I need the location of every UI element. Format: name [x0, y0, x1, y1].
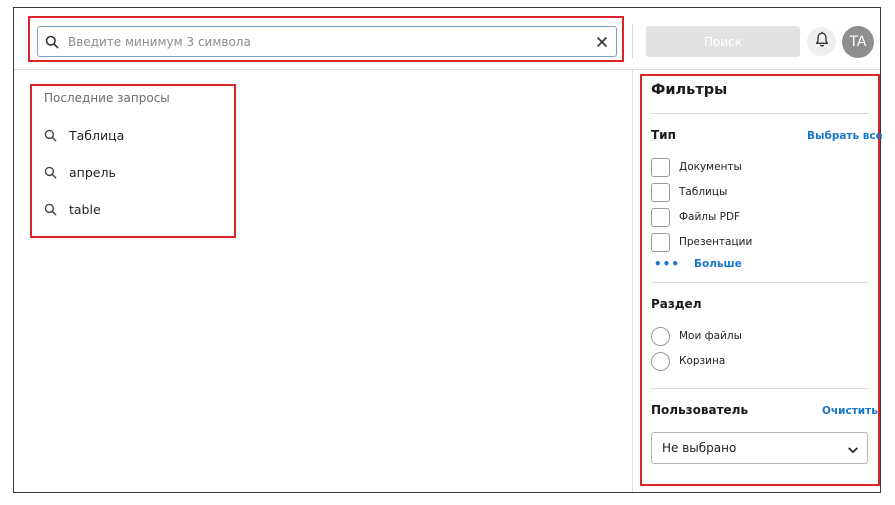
- type-option-label: Документы: [679, 161, 742, 173]
- section-option-label: Мои файлы: [679, 330, 742, 342]
- close-icon[interactable]: [588, 27, 616, 56]
- recent-query-item[interactable]: апрель: [42, 161, 116, 183]
- filters-divider: [651, 388, 868, 389]
- recent-query-label: Таблица: [69, 127, 125, 143]
- notifications-button[interactable]: [807, 27, 836, 56]
- search-icon: [38, 35, 66, 49]
- checkbox[interactable]: [651, 157, 670, 177]
- recent-queries-title: Последние запросы: [44, 91, 170, 105]
- type-option-label: Таблицы: [679, 186, 728, 198]
- avatar[interactable]: TA: [842, 26, 874, 58]
- filters-divider: [651, 282, 868, 283]
- section-option-label: Корзина: [679, 355, 726, 367]
- type-option-presentations[interactable]: Презентации: [651, 232, 752, 252]
- bell-icon: [814, 31, 830, 52]
- user-select[interactable]: Не выбрано: [651, 432, 868, 464]
- search-button[interactable]: Поиск: [646, 26, 800, 57]
- search-icon: [42, 127, 58, 143]
- chevron-down-icon: [848, 439, 858, 458]
- search-input[interactable]: [66, 27, 588, 56]
- type-option-tables[interactable]: Таблицы: [651, 182, 727, 202]
- section-option-my-files[interactable]: Мои файлы: [651, 326, 742, 346]
- type-option-documents[interactable]: Документы: [651, 157, 742, 177]
- more-types-link[interactable]: ••• Больше: [654, 256, 742, 272]
- clear-user-link[interactable]: Очистить: [822, 405, 878, 417]
- user-select-value: Не выбрано: [662, 441, 737, 455]
- header-divider: [14, 69, 880, 70]
- type-option-label: Файлы PDF: [679, 211, 741, 223]
- checkbox[interactable]: [651, 207, 670, 227]
- search-icon: [42, 201, 58, 217]
- section-option-trash[interactable]: Корзина: [651, 351, 725, 371]
- filters-title: Фильтры: [651, 82, 728, 98]
- search-bar[interactable]: [37, 26, 617, 57]
- search-icon: [42, 164, 58, 180]
- recent-query-item[interactable]: Таблица: [42, 124, 124, 146]
- checkbox[interactable]: [651, 232, 670, 252]
- user-section-label: Пользователь: [651, 403, 749, 417]
- radio-button[interactable]: [651, 326, 670, 346]
- recent-query-label: table: [69, 201, 101, 217]
- more-label: Больше: [694, 258, 742, 270]
- toolbar-divider: [632, 24, 633, 58]
- panel-divider: [632, 70, 633, 492]
- section-section-label: Раздел: [651, 297, 702, 311]
- checkbox[interactable]: [651, 182, 670, 202]
- radio-button[interactable]: [651, 351, 670, 371]
- filters-divider: [651, 113, 868, 114]
- type-option-label: Презентации: [679, 236, 753, 248]
- more-dots-icon: •••: [654, 257, 681, 271]
- type-option-pdf[interactable]: Файлы PDF: [651, 207, 740, 227]
- type-section-label: Тип: [651, 128, 676, 142]
- recent-query-label: апрель: [69, 164, 116, 180]
- recent-query-item[interactable]: table: [42, 198, 101, 220]
- select-all-link[interactable]: Выбрать все: [807, 130, 883, 142]
